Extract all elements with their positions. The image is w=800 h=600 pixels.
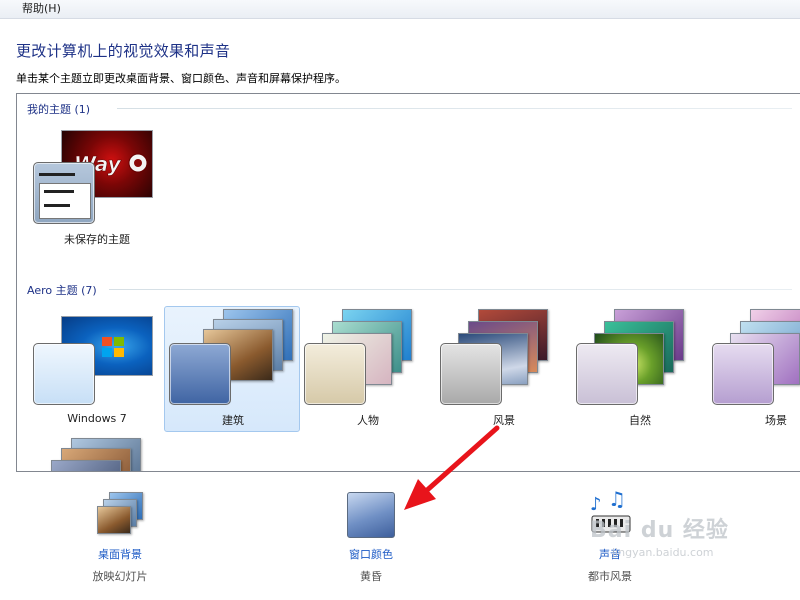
desktop-background-label[interactable]: 桌面背景 [90, 546, 150, 562]
theme-scenes[interactable]: 场景 [708, 307, 800, 433]
window-color-swatch [304, 343, 366, 405]
window-color-swatch [33, 162, 95, 224]
page-title: 更改计算机上的视觉效果和声音 [16, 42, 231, 60]
group-heading-my-themes: 我的主题 (1) [27, 103, 91, 116]
theme-partial[interactable] [29, 434, 165, 471]
theme-label: 未保存的主题 [64, 233, 130, 246]
sound-value: 都市风景 [588, 570, 632, 583]
window-color-label[interactable]: 窗口颜色 [336, 546, 406, 562]
theme-label: Windows 7 [67, 412, 127, 425]
svg-text:♫: ♫ [608, 490, 626, 511]
theme-label: 风景 [493, 414, 515, 427]
menu-bar: ) 帮助(H) [0, 0, 800, 19]
theme-label: 场景 [765, 414, 787, 427]
baidu-watermark: Bai du 经验 jingyan.baidu.com [590, 518, 729, 559]
window-color-swatch [712, 343, 774, 405]
theme-nature[interactable]: 自然 [572, 307, 708, 433]
themes-list[interactable]: 我的主题 (1) Way 未保存的主题 Aero 主题 (7) Windows … [16, 93, 800, 472]
theme-characters[interactable]: 人物 [300, 307, 436, 433]
window-color-swatch [576, 343, 638, 405]
theme-windows7[interactable]: Windows 7 [29, 307, 165, 433]
desktop-background-link[interactable]: 桌面背景 放映幻灯片 [90, 492, 150, 584]
desktop-background-icon [95, 492, 145, 538]
group-divider [109, 289, 792, 290]
window-color-link[interactable]: 窗口颜色 黄昏 [336, 492, 406, 584]
group-heading-aero: Aero 主题 (7) [27, 284, 97, 297]
window-color-swatch [440, 343, 502, 405]
theme-label: 人物 [357, 414, 379, 427]
theme-unsaved[interactable]: Way 未保存的主题 [29, 126, 165, 252]
window-color-swatch [33, 343, 95, 405]
theme-architecture[interactable]: 建筑 [164, 306, 300, 432]
desktop-background-value: 放映幻灯片 [92, 570, 148, 583]
page-subtitle: 单击某个主题立即更改桌面背景、窗口颜色、声音和屏幕保护程序。 [16, 72, 346, 85]
theme-label: 自然 [629, 414, 651, 427]
theme-landscapes[interactable]: 风景 [436, 307, 572, 433]
theme-label: 建筑 [222, 414, 244, 427]
window-color-swatch [169, 343, 231, 405]
window-color-value: 黄昏 [360, 570, 382, 583]
menu-help[interactable]: 帮助(H) [22, 0, 61, 18]
group-divider [117, 108, 792, 109]
menu-edge-fragment: ) [0, 0, 6, 18]
window-color-icon [347, 492, 395, 538]
